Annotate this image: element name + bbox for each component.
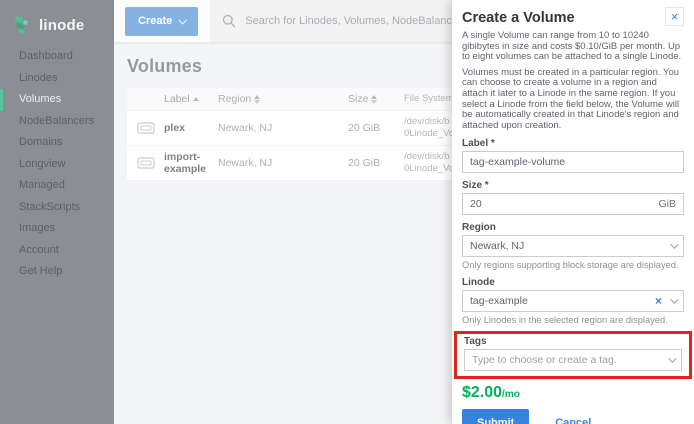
create-button[interactable]: Create (125, 7, 198, 36)
sort-asc-icon (193, 97, 199, 101)
sidebar-item-dashboard[interactable]: Dashboard (0, 46, 114, 68)
sidebar-item-longview[interactable]: Longview (0, 154, 114, 176)
logo-text: linode (39, 17, 84, 34)
linode-field-label: Linode (462, 277, 684, 288)
price: $2.00/mo (462, 384, 684, 402)
size-field: Size * GiB (462, 180, 684, 215)
search-icon (222, 14, 236, 28)
volume-icon (137, 121, 155, 135)
linode-select[interactable]: tag-example × (462, 290, 684, 312)
volume-size: 20 GiB (348, 122, 404, 134)
region-select-value: Newark, NJ (470, 240, 662, 252)
sidebar-item-domains[interactable]: Domains (0, 132, 114, 154)
label-field: Label * (462, 138, 684, 173)
linode-field: Linode tag-example × Only Linodes in the… (462, 277, 684, 325)
sidebar-item-get-help[interactable]: Get Help (0, 261, 114, 283)
volume-label: plex (164, 122, 218, 134)
sidebar-item-stackscripts[interactable]: StackScripts (0, 197, 114, 219)
tags-field-label: Tags (464, 336, 682, 347)
tags-input[interactable] (472, 354, 660, 366)
sidebar-item-nodebalancers[interactable]: NodeBalancers (0, 111, 114, 133)
drawer-title: Create a Volume (462, 7, 575, 26)
red-annotation-box: Tags (454, 331, 692, 379)
region-field: Region Newark, NJ Only regions supportin… (462, 222, 684, 270)
linode-select-value: tag-example (470, 295, 649, 307)
region-select[interactable]: Newark, NJ (462, 235, 684, 257)
label-field-label: Label * (462, 138, 684, 149)
cancel-button[interactable]: Cancel (555, 417, 591, 424)
label-input[interactable] (470, 156, 676, 168)
linode-helper-text: Only Linodes in the selected region are … (462, 315, 684, 325)
sort-icon (371, 95, 377, 104)
sidebar-item-linodes[interactable]: Linodes (0, 68, 114, 90)
chevron-down-icon (668, 355, 676, 363)
price-amount: $2.00 (462, 384, 502, 401)
volume-size: 20 GiB (348, 157, 404, 169)
close-button[interactable]: × (665, 7, 684, 26)
volume-region: Newark, NJ (218, 122, 348, 134)
sidebar-item-account[interactable]: Account (0, 240, 114, 262)
size-input[interactable] (470, 198, 652, 210)
region-field-label: Region (462, 222, 684, 233)
row-icon-cell (127, 121, 164, 135)
sidebar: linode Dashboard Linodes Volumes NodeBal… (0, 0, 114, 424)
sidebar-nav: Dashboard Linodes Volumes NodeBalancers … (0, 46, 114, 283)
close-icon: × (671, 9, 679, 24)
submit-button[interactable]: Submit (462, 409, 529, 424)
linode-logo[interactable]: linode (0, 0, 114, 38)
drawer-description-1: A single Volume can range from 10 to 102… (462, 31, 684, 63)
tags-select[interactable] (464, 349, 682, 371)
region-helper-text: Only regions supporting block storage ar… (462, 260, 684, 270)
volume-region: Newark, NJ (218, 157, 348, 169)
column-header-label[interactable]: Label (164, 93, 218, 105)
sidebar-item-images[interactable]: Images (0, 218, 114, 240)
row-icon-cell (127, 156, 164, 170)
volume-icon (137, 156, 155, 170)
size-unit: GiB (658, 198, 676, 210)
chevron-down-icon (179, 16, 187, 24)
drawer-description-2: Volumes must be created in a particular … (462, 68, 684, 132)
size-field-label: Size * (462, 180, 684, 191)
sidebar-item-volumes[interactable]: Volumes (0, 89, 114, 111)
chevron-down-icon (670, 241, 678, 249)
sort-icon (254, 95, 260, 104)
tags-field: Tags (464, 336, 682, 371)
chevron-down-icon (670, 296, 678, 304)
column-header-region[interactable]: Region (218, 93, 348, 105)
linode-logo-icon (14, 15, 32, 35)
create-volume-drawer: Create a Volume × A single Volume can ra… (452, 0, 694, 424)
clear-selection-icon[interactable]: × (655, 294, 662, 308)
column-header-size[interactable]: Size (348, 93, 404, 105)
volume-label: import-example (164, 151, 218, 175)
create-button-label: Create (138, 15, 172, 27)
price-period: /mo (502, 389, 520, 400)
sidebar-item-managed[interactable]: Managed (0, 175, 114, 197)
